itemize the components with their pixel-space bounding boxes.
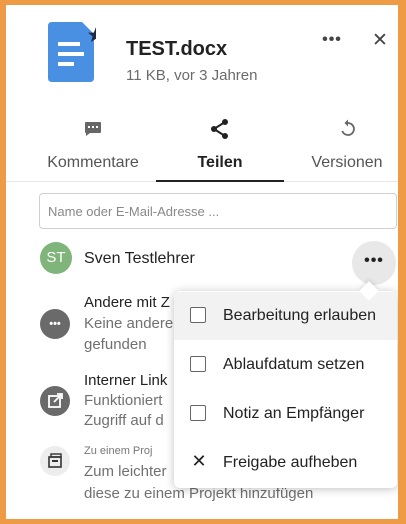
file-name: TEST.docx	[126, 38, 228, 60]
internal-link-line1: Funktioniert	[84, 392, 163, 409]
internal-link-title: Interner Link	[84, 372, 168, 389]
comment-icon	[85, 122, 101, 136]
other-shares-line2: gefunden	[84, 336, 147, 353]
menu-item-set-expiry[interactable]: Ablaufdatum setzen	[174, 341, 397, 389]
close-icon: ✕	[372, 30, 388, 51]
close-icon: ✕	[191, 451, 207, 471]
more-circle-icon: •••	[40, 309, 70, 339]
other-shares-title: Andere mit Z	[84, 294, 170, 311]
sharing-sidebar: TEST.docx 11 KB, vor 3 Jahren ••• ✕ Komm…	[6, 5, 398, 519]
menu-item-allow-editing[interactable]: Bearbeitung erlauben	[174, 292, 397, 340]
restore-icon	[341, 119, 355, 136]
share-options-menu: Bearbeitung erlauben Ablaufdatum setzen …	[174, 291, 397, 488]
more-options-button[interactable]: •••	[320, 31, 344, 51]
checkbox-icon[interactable]	[190, 356, 206, 372]
share-recipient-name: Sven Testlehrer	[84, 250, 195, 267]
active-tab-indicator	[156, 180, 284, 182]
tab-teilen[interactable]: Teilen	[156, 113, 284, 183]
project-icon	[40, 446, 70, 476]
tab-label: Kommentare	[47, 154, 139, 171]
tab-label: Versionen	[311, 154, 383, 171]
checkbox-icon[interactable]	[190, 307, 206, 323]
share-more-button[interactable]: •••	[352, 241, 396, 285]
document-starred-icon	[48, 22, 96, 82]
menu-item-unshare[interactable]: ✕ Freigabe aufheben	[174, 439, 397, 487]
project-line1: Zum leichter	[84, 463, 167, 480]
project-section-title: Zu einem Proj	[84, 445, 153, 457]
tab-versionen[interactable]: Versionen	[296, 113, 398, 183]
tab-kommentare[interactable]: Kommentare	[34, 113, 152, 183]
tab-label: Teilen	[197, 154, 243, 171]
share-icon	[211, 119, 228, 139]
share-search-input[interactable]	[39, 193, 397, 229]
close-button[interactable]: ✕	[370, 31, 390, 51]
internal-link-line2: Zugriff auf d	[84, 412, 164, 429]
external-link-icon[interactable]	[40, 386, 70, 416]
other-shares-line1: Keine andere	[84, 315, 174, 332]
file-meta: 11 KB, vor 3 Jahren	[126, 67, 258, 84]
menu-item-note-to-recipient[interactable]: Notiz an Empfänger	[174, 390, 397, 438]
checkbox-icon[interactable]	[190, 405, 206, 421]
avatar: ST	[40, 242, 72, 274]
